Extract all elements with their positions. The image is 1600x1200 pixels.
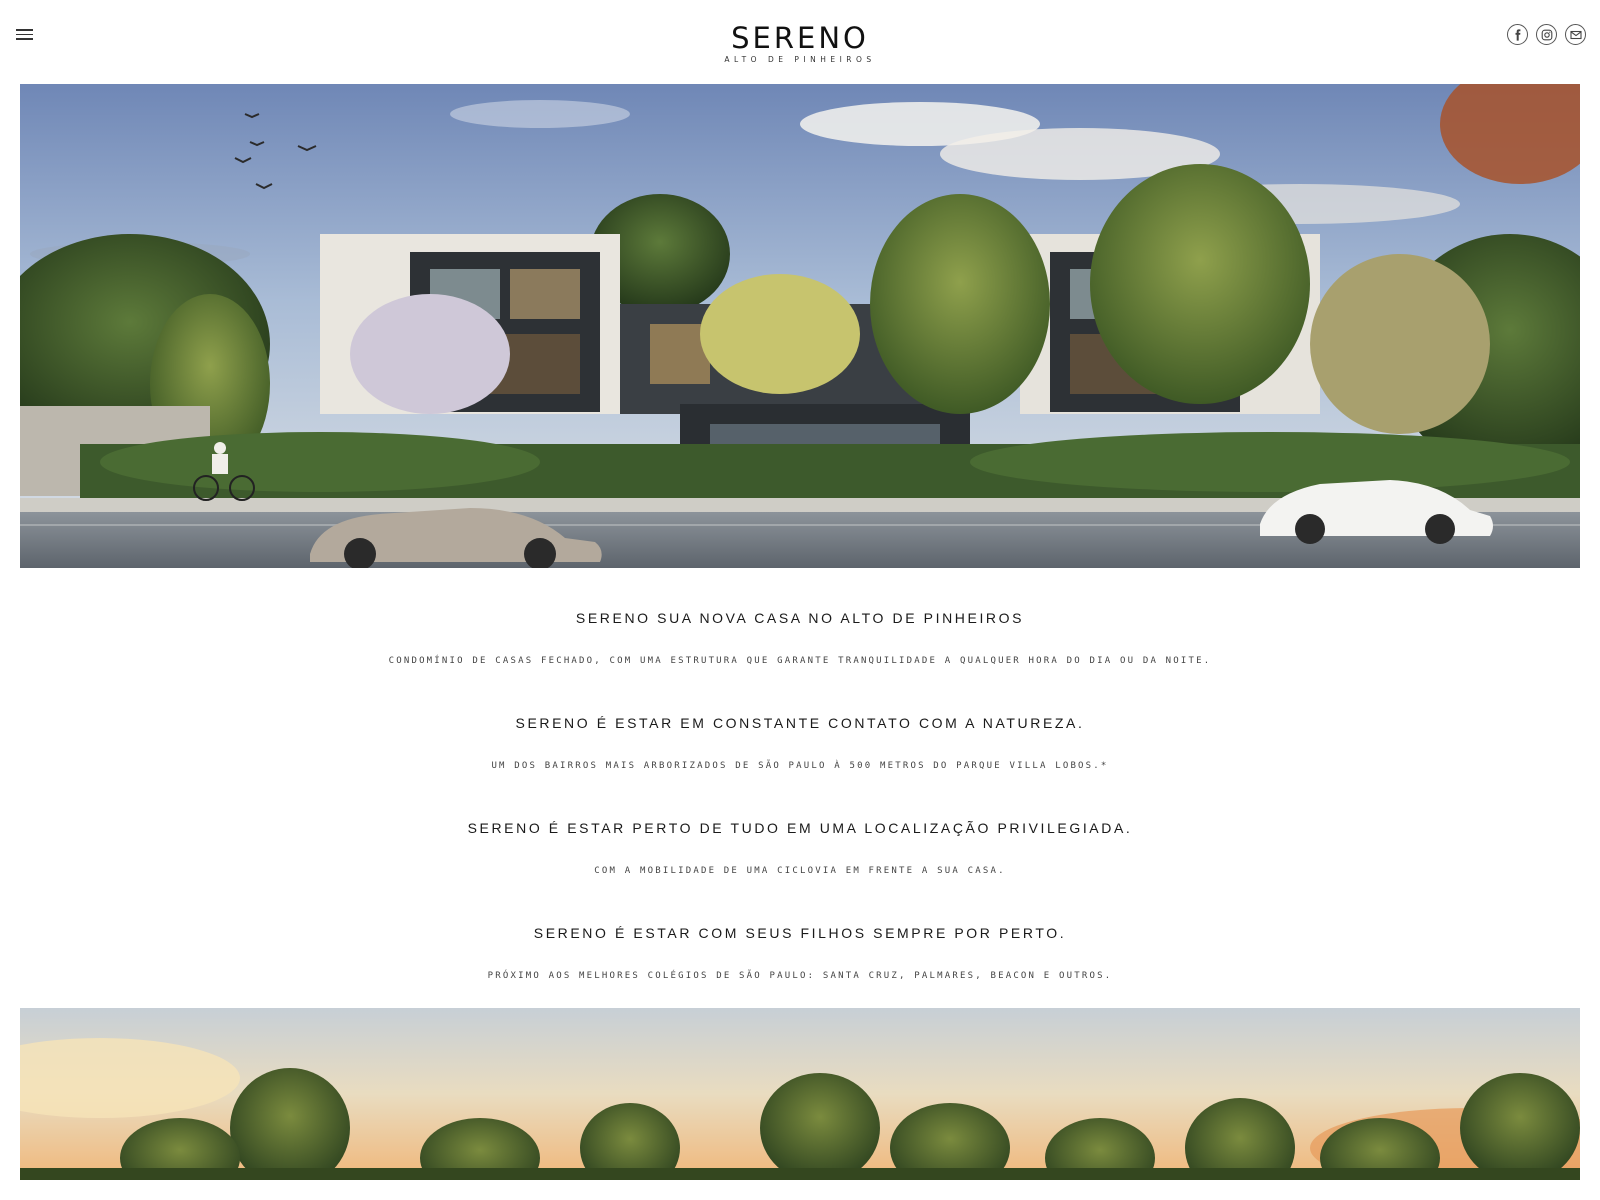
mail-icon[interactable] xyxy=(1565,24,1586,45)
feature-block-sub: CONDOMÍNIO DE CASAS FECHADO, COM UMA EST… xyxy=(0,656,1600,666)
feature-block-sub: UM DOS BAIRROS MAIS ARBORIZADOS DE SÃO P… xyxy=(0,761,1600,771)
feature-block: SERENO É ESTAR EM CONSTANTE CONTATO COM … xyxy=(0,715,1600,731)
feature-heading: SERENO SUA NOVA CASA NO ALTO DE PINHEIRO… xyxy=(575,610,1025,626)
feature-block: SERENO É ESTAR PERTO DE TUDO EM UMA LOCA… xyxy=(0,820,1600,836)
logo-wordmark: SERENO xyxy=(731,21,869,55)
facebook-icon[interactable] xyxy=(1507,24,1528,45)
feature-heading: SERENO É ESTAR EM CONSTANTE CONTATO COM … xyxy=(515,715,1085,731)
feature-block: SERENO SUA NOVA CASA NO ALTO DE PINHEIRO… xyxy=(0,610,1600,626)
page: SERENO ALTO DE PINHEIROS SERENO SUA NOVA… xyxy=(0,0,1600,1200)
feature-subtext: UM DOS BAIRROS MAIS ARBORIZADOS DE SÃO P… xyxy=(491,761,1109,771)
instagram-icon[interactable] xyxy=(1536,24,1557,45)
feature-block-sub: PRÓXIMO AOS MELHORES COLÉGIOS DE SÃO PAU… xyxy=(0,971,1600,981)
feature-block: SERENO É ESTAR COM SEUS FILHOS SEMPRE PO… xyxy=(0,925,1600,941)
feature-subtext: CONDOMÍNIO DE CASAS FECHADO, COM UMA EST… xyxy=(388,656,1212,666)
feature-subtext: COM A MOBILIDADE DE UMA CICLOVIA EM FREN… xyxy=(594,866,1006,876)
hero-image xyxy=(20,84,1580,568)
feature-subtext: PRÓXIMO AOS MELHORES COLÉGIOS DE SÃO PAU… xyxy=(487,971,1113,981)
feature-heading: SERENO É ESTAR PERTO DE TUDO EM UMA LOCA… xyxy=(467,820,1133,836)
logo-tagline: ALTO DE PINHEIROS xyxy=(724,55,876,64)
social-links xyxy=(1507,24,1586,45)
site-logo[interactable]: SERENO ALTO DE PINHEIROS xyxy=(700,22,900,64)
secondary-image xyxy=(20,1008,1580,1180)
feature-heading: SERENO É ESTAR COM SEUS FILHOS SEMPRE PO… xyxy=(533,925,1067,941)
site-header: SERENO ALTO DE PINHEIROS xyxy=(0,0,1600,84)
hamburger-menu-icon[interactable] xyxy=(14,26,36,44)
feature-block-sub: COM A MOBILIDADE DE UMA CICLOVIA EM FREN… xyxy=(0,866,1600,876)
